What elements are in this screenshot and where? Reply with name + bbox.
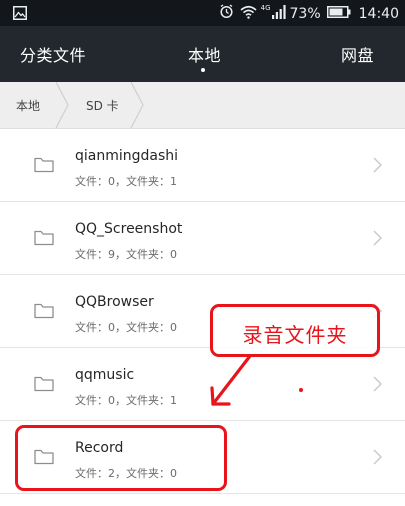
folder-row-qq-screenshot[interactable]: QQ_Screenshot 文件：9，文件夹：0 <box>0 202 405 275</box>
battery-icon <box>326 5 351 22</box>
folder-meta: 文件：0，文件夹：1 <box>75 175 177 188</box>
file-manager-screen: 4G 73% 14:40 分类文件 本地 网盘 本地 SD 卡 qianming… <box>0 0 405 506</box>
signal-icon <box>271 4 286 23</box>
folder-icon <box>34 229 54 250</box>
annotation-callout: 录音文件夹 <box>210 304 380 357</box>
breadcrumb-separator-icon <box>130 81 144 132</box>
folder-meta: 文件：0，文件夹：0 <box>75 321 177 334</box>
folder-name: qqmusic <box>75 367 135 383</box>
network-type-label: 4G <box>260 3 271 12</box>
breadcrumb-separator-icon <box>55 81 69 132</box>
tab-classified-files[interactable]: 分类文件 <box>20 42 86 66</box>
tab-bar: 分类文件 本地 网盘 <box>0 26 405 82</box>
wifi-icon <box>240 5 257 23</box>
status-bar: 4G 73% 14:40 <box>0 0 405 26</box>
chevron-right-icon <box>373 449 382 469</box>
annotation-arrow-icon <box>210 354 252 406</box>
folder-icon <box>34 302 54 323</box>
folder-meta: 文件：9，文件夹：0 <box>75 248 177 261</box>
active-tab-indicator <box>201 68 205 72</box>
breadcrumb: 本地 SD 卡 <box>0 81 405 132</box>
annotation-highlight-box <box>15 425 227 491</box>
battery-percent: 73% <box>289 5 321 22</box>
breadcrumb-item-local[interactable]: 本地 <box>16 97 40 114</box>
breadcrumb-item-sd-card[interactable]: SD 卡 <box>86 97 119 114</box>
folder-meta: 文件：0，文件夹：1 <box>75 394 177 407</box>
status-icons: 4G 73% 14:40 <box>213 4 399 23</box>
alarm-icon <box>219 4 234 23</box>
folder-icon <box>34 375 54 396</box>
annotation-callout-text: 录音文件夹 <box>242 323 348 347</box>
folder-name: QQ_Screenshot <box>75 221 183 237</box>
tab-cloud-drive[interactable]: 网盘 <box>341 42 374 66</box>
clock: 14:40 <box>358 5 399 22</box>
folder-icon <box>34 156 54 177</box>
chevron-right-icon <box>373 376 382 396</box>
folder-row-qianmingdashi[interactable]: qianmingdashi 文件：0，文件夹：1 <box>0 129 405 202</box>
chevron-right-icon <box>373 230 382 250</box>
tab-local[interactable]: 本地 <box>188 42 221 66</box>
folder-name: qianmingdashi <box>75 148 179 164</box>
annotation-dot <box>299 388 303 392</box>
folder-name: QQBrowser <box>75 294 154 310</box>
chevron-right-icon <box>373 157 382 177</box>
gallery-icon <box>13 6 27 24</box>
